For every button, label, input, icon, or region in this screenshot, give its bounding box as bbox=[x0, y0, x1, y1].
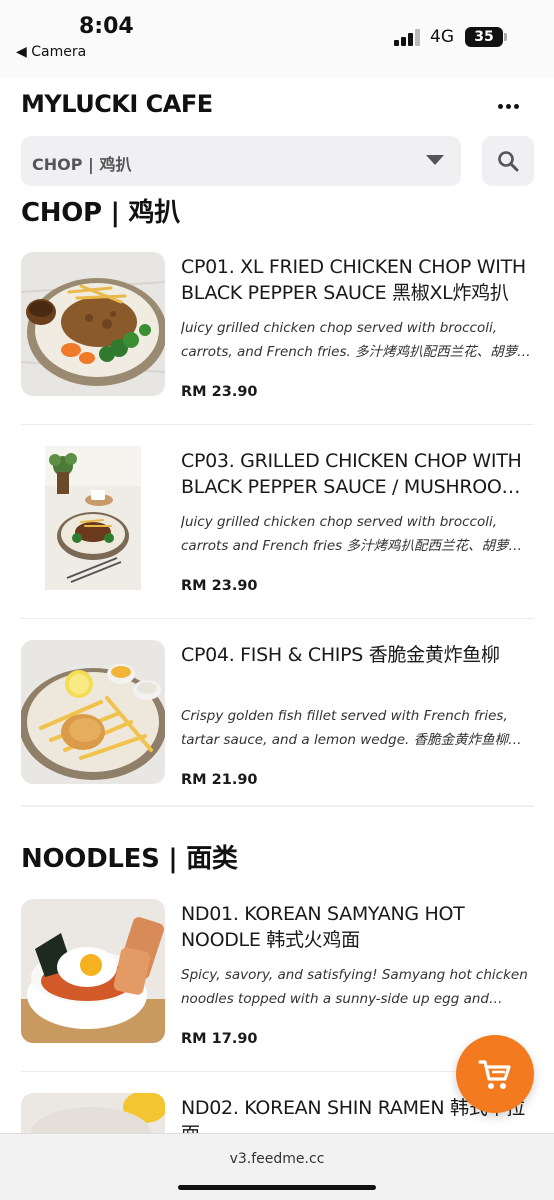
cart-button[interactable] bbox=[456, 1035, 534, 1113]
shopping-cart-icon bbox=[478, 1060, 511, 1089]
item-image bbox=[21, 899, 165, 1043]
section-title-noodles: NOODLES | 面类 bbox=[21, 844, 238, 874]
item-description: Spicy, savory, and satisfying! Samyang h… bbox=[181, 967, 528, 1007]
menu-item[interactable]: CP04. FISH & CHIPS 香脆金黄炸鱼柳 Crispy golden… bbox=[21, 640, 534, 790]
item-image bbox=[21, 446, 165, 590]
item-name: CP03. GRILLED CHICKEN CHOP WITH BLACK PE… bbox=[181, 450, 522, 498]
more-options-button[interactable] bbox=[490, 92, 526, 120]
signal-icon bbox=[394, 29, 422, 46]
item-description: Crispy golden fish fillet served with Fr… bbox=[181, 708, 522, 748]
more-horizontal-icon bbox=[497, 103, 503, 109]
item-price: RM 23.90 bbox=[181, 578, 258, 594]
menu-item[interactable]: CP03. GRILLED CHICKEN CHOP WITH BLACK PE… bbox=[21, 446, 534, 596]
browser-bar: v3.feedme.cc bbox=[0, 1133, 554, 1200]
chevron-down-icon bbox=[426, 155, 444, 165]
url-bar[interactable]: v3.feedme.cc bbox=[0, 1151, 554, 1167]
item-name: ND01. KOREAN SAMYANG HOT NOODLE 韩式火鸡面 bbox=[181, 903, 465, 951]
search-button[interactable] bbox=[482, 136, 534, 186]
menu-item[interactable]: ND02. KOREAN SHIN RAMEN 韩式辛拉面 bbox=[21, 1093, 534, 1133]
divider bbox=[21, 805, 534, 807]
menu-item[interactable]: CP01. XL FRIED CHICKEN CHOP WITH BLACK P… bbox=[21, 252, 534, 402]
item-price: RM 17.90 bbox=[181, 1031, 258, 1047]
battery-icon: 35 bbox=[465, 27, 503, 47]
menu-item[interactable]: ND01. KOREAN SAMYANG HOT NOODLE 韩式火鸡面 Sp… bbox=[21, 899, 534, 1049]
network-type: 4G bbox=[430, 27, 454, 47]
home-indicator bbox=[178, 1185, 376, 1190]
item-name: CP01. XL FRIED CHICKEN CHOP WITH BLACK P… bbox=[181, 256, 526, 304]
item-image bbox=[21, 1093, 165, 1133]
status-time: 8:04 bbox=[79, 14, 134, 39]
item-name: CP04. FISH & CHIPS 香脆金黄炸鱼柳 bbox=[181, 644, 500, 666]
divider bbox=[21, 424, 534, 425]
store-title: MYLUCKI CAFE bbox=[21, 90, 213, 118]
divider bbox=[21, 618, 534, 619]
category-dropdown[interactable]: CHOP | 鸡扒 bbox=[21, 136, 461, 186]
item-image bbox=[21, 252, 165, 396]
category-dropdown-value: CHOP | 鸡扒 bbox=[32, 155, 132, 174]
item-image bbox=[21, 640, 165, 784]
search-icon bbox=[498, 151, 519, 172]
item-description: Juicy grilled chicken chop served with b… bbox=[181, 320, 531, 360]
item-price: RM 21.90 bbox=[181, 772, 258, 788]
section-title-chop: CHOP | 鸡扒 bbox=[21, 198, 180, 228]
item-description: Juicy grilled chicken chop served with b… bbox=[181, 514, 522, 554]
item-price: RM 23.90 bbox=[181, 384, 258, 400]
back-to-camera-link[interactable]: ◀ Camera bbox=[16, 44, 86, 60]
status-bar: 8:04 ◀ Camera 4G 35 bbox=[0, 0, 554, 78]
